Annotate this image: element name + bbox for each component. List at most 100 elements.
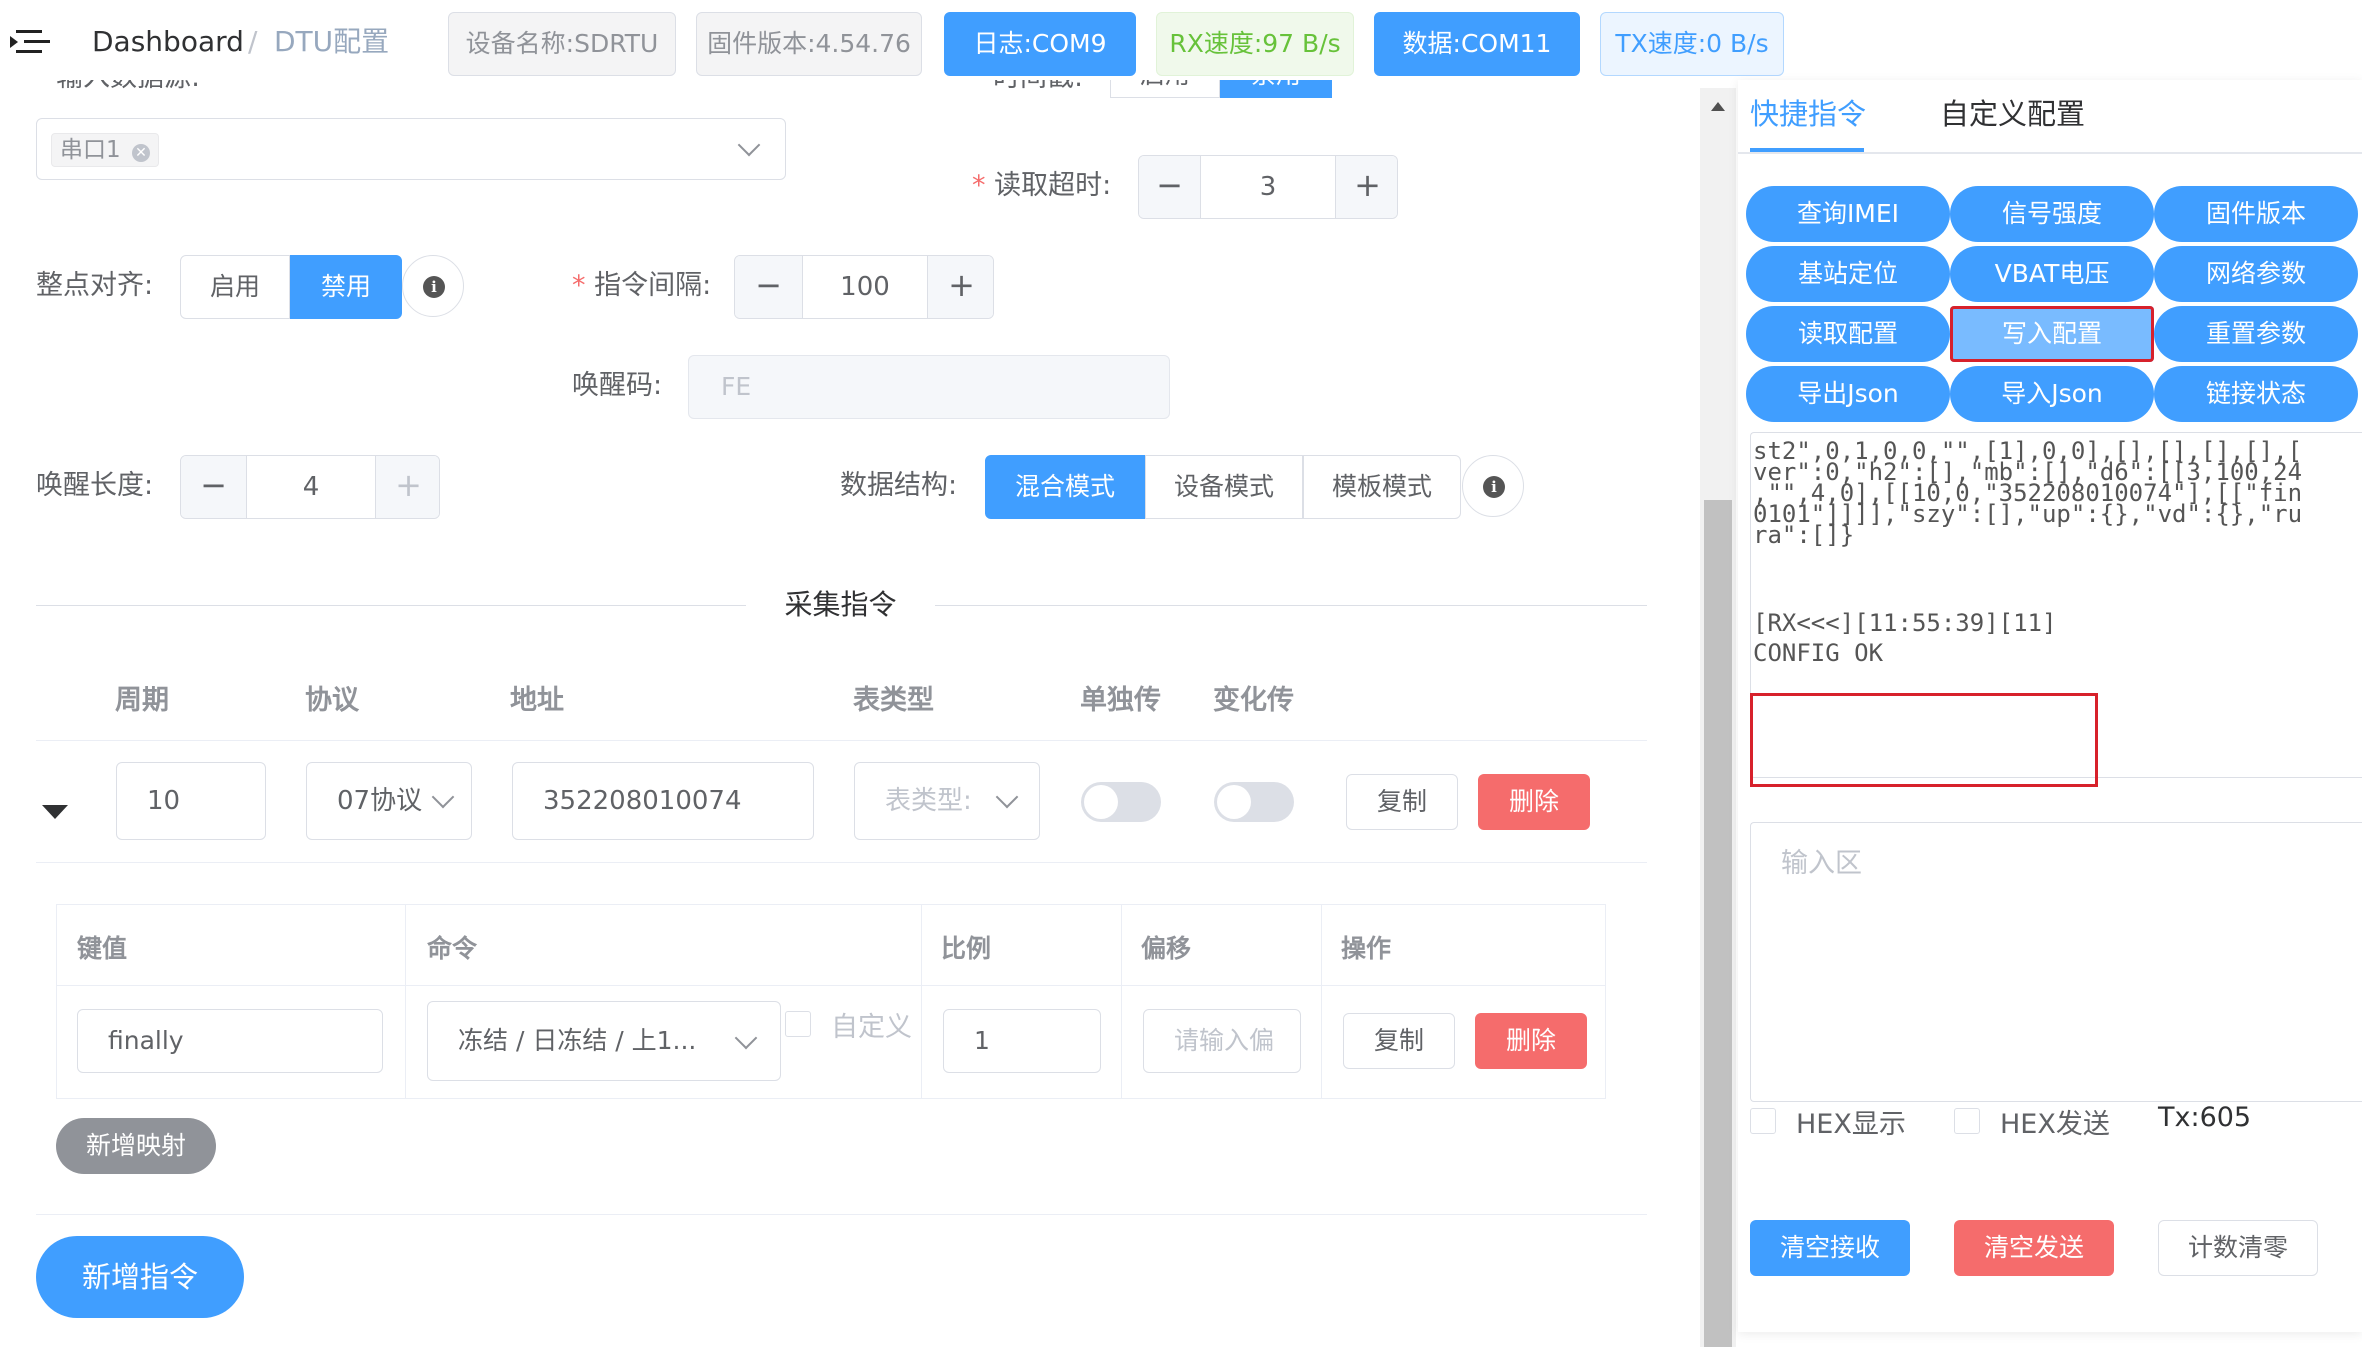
col-single-send: 单独传 bbox=[1080, 685, 1161, 716]
time-mode-enable[interactable]: 启用 bbox=[1110, 80, 1220, 98]
rx-header-line: [RX<<<][11:55:39][11] bbox=[1753, 609, 2057, 637]
wake-code-input[interactable]: FE bbox=[688, 355, 1170, 419]
change-send-switch[interactable] bbox=[1214, 782, 1294, 822]
import-json-button[interactable]: 导入Json bbox=[1950, 366, 2154, 422]
scroll-up-icon[interactable] bbox=[1711, 102, 1725, 111]
custom-label: 自定义 bbox=[831, 1012, 912, 1043]
wake-length-label: 唤醒长度: bbox=[36, 470, 154, 501]
data-struct-mixed[interactable]: 混合模式 bbox=[985, 455, 1145, 519]
input-area[interactable]: 输入区 bbox=[1750, 822, 2362, 1102]
tx-speed-badge: TX速度:0 B/s bbox=[1600, 12, 1784, 76]
hex-send-label: HEX发送 bbox=[2000, 1109, 2110, 1140]
increase-button[interactable]: + bbox=[927, 256, 993, 318]
clear-receive-button[interactable]: 清空接收 bbox=[1750, 1220, 1910, 1276]
period-input[interactable]: 10 bbox=[116, 762, 266, 840]
align-info-icon[interactable]: i bbox=[402, 255, 464, 317]
reset-params-button[interactable]: 重置参数 bbox=[2154, 306, 2358, 362]
map-col-ratio: 比例 bbox=[941, 934, 992, 963]
chevron-down-icon bbox=[734, 1026, 758, 1050]
right-panel: 快捷指令 自定义配置 查询IMEI 信号强度 固件版本基站定位 VBAT电压 网络参数读… bbox=[1738, 80, 2362, 1332]
address-input[interactable]: 352208010074 bbox=[512, 762, 814, 840]
data-struct-device[interactable]: 设备模式 bbox=[1145, 455, 1303, 519]
firmware-version-button[interactable]: 固件版本 bbox=[2154, 186, 2358, 242]
col-period: 周期 bbox=[115, 685, 169, 716]
table-border bbox=[36, 862, 1647, 863]
tag-close-icon[interactable]: ✕ bbox=[131, 144, 150, 162]
wake-length-stepper[interactable]: − 4 + bbox=[180, 455, 440, 519]
align-disable[interactable]: 禁用 bbox=[290, 255, 402, 319]
network-params-button[interactable]: 网络参数 bbox=[2154, 246, 2358, 302]
time-mode-label: 时间戳: bbox=[993, 80, 1083, 98]
add-command-button[interactable]: 新增指令 bbox=[36, 1236, 244, 1318]
add-mapping-button[interactable]: 新增映射 bbox=[56, 1118, 216, 1174]
col-address: 地址 bbox=[510, 685, 564, 716]
wake-length-value[interactable]: 4 bbox=[247, 456, 375, 518]
section-divider bbox=[36, 1214, 1647, 1215]
copy-row-button[interactable]: 复制 bbox=[1346, 774, 1458, 830]
read-timeout-value[interactable]: 3 bbox=[1201, 156, 1335, 218]
decrease-button[interactable]: − bbox=[735, 256, 803, 318]
delete-row-button[interactable]: 删除 bbox=[1478, 774, 1590, 830]
breadcrumb-home[interactable]: Dashboard bbox=[92, 22, 244, 62]
decrease-button[interactable]: − bbox=[1139, 156, 1201, 218]
copy-map-button[interactable]: 复制 bbox=[1343, 1013, 1455, 1069]
cmd-interval-value[interactable]: 100 bbox=[803, 256, 927, 318]
hex-send-checkbox[interactable] bbox=[1954, 1108, 1980, 1134]
input-source-label: 输入数据源: bbox=[56, 80, 200, 98]
clear-send-button[interactable]: 清空发送 bbox=[1954, 1220, 2114, 1276]
map-col-action: 操作 bbox=[1341, 934, 1392, 963]
device-name-badge: 设备名称:SDRTU bbox=[448, 12, 676, 76]
increase-button[interactable]: + bbox=[375, 456, 439, 518]
data-struct-label: 数据结构: bbox=[840, 470, 958, 501]
cmd-interval-stepper[interactable]: − 100 + bbox=[734, 255, 994, 319]
write-config-button[interactable]: 写入配置 bbox=[1950, 306, 2154, 362]
single-send-switch[interactable] bbox=[1081, 782, 1161, 822]
cell-location-button[interactable]: 基站定位 bbox=[1746, 246, 1950, 302]
data-struct-template[interactable]: 模板模式 bbox=[1303, 455, 1461, 519]
firmware-badge: 固件版本:4.54.76 bbox=[696, 12, 922, 76]
scrollbar-track[interactable] bbox=[1700, 88, 1736, 1347]
command-cascader[interactable]: 冻结 / 日冻结 / 上1... bbox=[427, 1001, 781, 1081]
tab-custom-config[interactable]: 自定义配置 bbox=[1940, 92, 2085, 136]
data-struct-info-icon[interactable]: i bbox=[1462, 455, 1524, 517]
col-meter-type: 表类型 bbox=[853, 685, 934, 716]
log-line: ra":[]} bbox=[1753, 521, 1855, 549]
read-config-button[interactable]: 读取配置 bbox=[1746, 306, 1950, 362]
chevron-down-icon bbox=[995, 785, 1019, 809]
query-imei-button[interactable]: 查询IMEI bbox=[1746, 186, 1950, 242]
vbat-voltage-button[interactable]: VBAT电压 bbox=[1950, 246, 2154, 302]
wake-code-label: 唤醒码: bbox=[572, 370, 663, 401]
align-enable[interactable]: 启用 bbox=[180, 255, 290, 319]
expand-caret-icon[interactable] bbox=[42, 805, 68, 819]
hex-display-label: HEX显示 bbox=[1796, 1109, 1906, 1140]
col-protocol: 协议 bbox=[305, 685, 359, 716]
cmd-interval-label: * 指令间隔: bbox=[572, 270, 712, 301]
custom-checkbox[interactable] bbox=[785, 1011, 811, 1037]
ratio-input[interactable]: 1 bbox=[943, 1009, 1101, 1073]
breadcrumb-current: DTU配置 bbox=[274, 25, 390, 58]
reset-count-button[interactable]: 计数清零 bbox=[2158, 1220, 2318, 1276]
hex-display-checkbox[interactable] bbox=[1750, 1108, 1776, 1134]
read-timeout-stepper[interactable]: − 3 + bbox=[1138, 155, 1398, 219]
data-port-button[interactable]: 数据:COM11 bbox=[1374, 12, 1580, 76]
chevron-down-icon bbox=[431, 785, 455, 809]
increase-button[interactable]: + bbox=[1335, 156, 1397, 218]
time-mode-disable[interactable]: 禁用 bbox=[1220, 80, 1332, 98]
menu-toggle-icon[interactable] bbox=[10, 28, 50, 58]
scrollbar-thumb[interactable] bbox=[1704, 500, 1732, 1347]
meter-type-select[interactable]: 表类型: bbox=[854, 762, 1040, 840]
tabs-underline bbox=[1738, 152, 2362, 154]
collect-divider-title: 采集指令 bbox=[784, 588, 897, 621]
tab-quick-commands[interactable]: 快捷指令 bbox=[1750, 92, 1866, 136]
delete-map-button[interactable]: 删除 bbox=[1475, 1013, 1587, 1069]
signal-strength-button[interactable]: 信号强度 bbox=[1950, 186, 2154, 242]
protocol-select[interactable]: 07协议 bbox=[306, 762, 472, 840]
link-status-button[interactable]: 链接状态 bbox=[2154, 366, 2358, 422]
meter-type-placeholder: 表类型: bbox=[885, 786, 972, 816]
log-port-button[interactable]: 日志:COM9 bbox=[944, 12, 1136, 76]
offset-input[interactable]: 请输入偏 bbox=[1143, 1009, 1301, 1073]
export-json-button[interactable]: 导出Json bbox=[1746, 366, 1950, 422]
decrease-button[interactable]: − bbox=[181, 456, 247, 518]
input-source-select[interactable]: 串口1 ✕ bbox=[36, 118, 786, 180]
key-input[interactable]: finally bbox=[77, 1009, 383, 1073]
